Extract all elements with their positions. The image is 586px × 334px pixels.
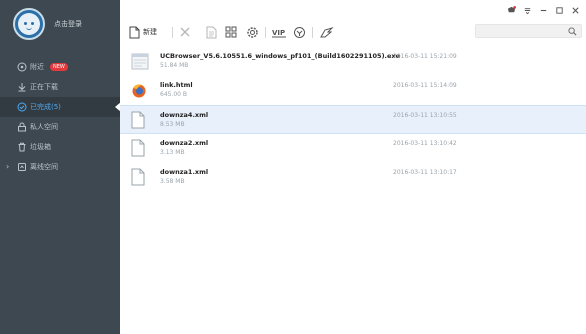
vip-button[interactable]: VIP bbox=[271, 25, 287, 39]
minimize-icon[interactable] bbox=[538, 5, 548, 15]
file-icon bbox=[131, 168, 147, 187]
sidebar-item-completed[interactable]: 已完成(5) bbox=[0, 97, 121, 117]
exe-icon bbox=[131, 52, 149, 71]
file-icon bbox=[131, 111, 147, 130]
speed-button[interactable] bbox=[319, 25, 334, 39]
new-file-icon bbox=[129, 26, 140, 38]
file-name: UCBrowser_V5.6.10551.6_windows_pf101_(Bu… bbox=[160, 52, 401, 60]
trash-icon bbox=[16, 141, 28, 153]
sidebar-item-offline[interactable]: › 离线空间 bbox=[0, 157, 120, 177]
sidebar-item-label: 已完成(5) bbox=[30, 103, 61, 111]
chevron-right-icon[interactable]: › bbox=[6, 162, 9, 171]
sidebar-item-label: 正在下载 bbox=[30, 83, 58, 91]
firefox-icon bbox=[131, 81, 147, 100]
location-icon bbox=[16, 61, 28, 73]
file-icon bbox=[131, 139, 147, 158]
sidebar-item-label: 离线空间 bbox=[30, 163, 58, 171]
file-list: UCBrowser_V5.6.10551.6_windows_pf101_(Bu… bbox=[120, 47, 586, 192]
file-size: 645.00 B bbox=[160, 91, 188, 98]
file-date: 2016-03-11 13:10:55 bbox=[393, 112, 457, 119]
search-icon[interactable] bbox=[568, 27, 577, 36]
delete-button[interactable] bbox=[179, 25, 191, 39]
file-size: 51.84 MB bbox=[160, 62, 189, 69]
skin-icon[interactable] bbox=[506, 5, 516, 15]
grid-icon bbox=[225, 26, 237, 38]
document-icon bbox=[206, 26, 217, 38]
sidebar-nav: 附近 NEW 正在下载 已完成(5) 私人空间 垃圾箱 › 离线空间 bbox=[0, 57, 121, 177]
file-name: link.html bbox=[160, 81, 193, 89]
file-size: 3.13 MB bbox=[160, 149, 185, 156]
file-row[interactable]: UCBrowser_V5.6.10551.6_windows_pf101_(Bu… bbox=[120, 47, 586, 76]
new-badge: NEW bbox=[50, 63, 68, 71]
sidebar-item-trash[interactable]: 垃圾箱 bbox=[0, 137, 120, 157]
sidebar-item-downloading[interactable]: 正在下载 bbox=[0, 77, 120, 97]
new-task-button[interactable]: 新建 bbox=[129, 25, 157, 39]
download-icon bbox=[16, 81, 28, 93]
file-date: 2016-03-11 15:14:09 bbox=[393, 82, 457, 89]
close-icon[interactable] bbox=[570, 5, 580, 15]
new-task-label: 新建 bbox=[143, 28, 157, 36]
file-row[interactable]: downza4.xml 8.53 MB 2016-03-11 13:10:55 bbox=[120, 105, 586, 134]
grid-view-button[interactable] bbox=[225, 25, 237, 39]
cloud-icon bbox=[16, 161, 28, 173]
avatar[interactable] bbox=[13, 8, 45, 40]
file-size: 3.58 MB bbox=[160, 178, 185, 185]
menu-icon[interactable] bbox=[522, 5, 532, 15]
file-row[interactable]: downza2.xml 3.13 MB 2016-03-11 13:10:42 bbox=[120, 134, 586, 163]
toolbar-divider bbox=[312, 27, 313, 38]
search-input[interactable] bbox=[475, 24, 582, 38]
file-row[interactable]: link.html 645.00 B 2016-03-11 15:14:09 bbox=[120, 76, 586, 105]
delete-icon bbox=[180, 27, 190, 37]
sidebar-item-private[interactable]: 私人空间 bbox=[0, 117, 120, 137]
shield-icon bbox=[294, 26, 305, 38]
file-date: 2016-03-11 13:10:42 bbox=[393, 140, 457, 147]
file-row[interactable]: downza1.xml 3.58 MB 2016-03-11 13:10:17 bbox=[120, 163, 586, 192]
svg-text:VIP: VIP bbox=[272, 29, 285, 37]
file-name: downza1.xml bbox=[160, 168, 209, 176]
settings-button[interactable] bbox=[246, 25, 259, 39]
toolbar: 新建 VIP bbox=[120, 18, 586, 46]
sidebar: 点击登录 附近 NEW 正在下载 已完成(5) 私人空间 垃圾箱 › 离线空间 bbox=[0, 0, 121, 334]
login-link[interactable]: 点击登录 bbox=[54, 19, 82, 29]
sidebar-item-label: 附近 bbox=[30, 63, 44, 71]
file-name: downza4.xml bbox=[160, 111, 209, 119]
gear-icon bbox=[247, 26, 258, 38]
maximize-icon[interactable] bbox=[554, 5, 564, 15]
vip-icon: VIP bbox=[272, 29, 286, 37]
check-circle-icon bbox=[16, 101, 28, 113]
file-date: 2016-03-11 15:21:09 bbox=[393, 53, 457, 60]
speed-wing-icon bbox=[320, 26, 334, 37]
sidebar-item-nearby[interactable]: 附近 NEW bbox=[0, 57, 120, 77]
shield-button[interactable] bbox=[293, 25, 306, 39]
avatar-face-icon bbox=[18, 13, 40, 35]
window-controls bbox=[506, 4, 580, 16]
open-file-button[interactable] bbox=[206, 25, 217, 39]
lock-icon bbox=[16, 121, 28, 133]
sidebar-item-label: 私人空间 bbox=[30, 123, 58, 131]
file-name: downza2.xml bbox=[160, 139, 209, 147]
toolbar-divider bbox=[172, 27, 173, 38]
file-size: 8.53 MB bbox=[160, 121, 185, 128]
file-date: 2016-03-11 13:10:17 bbox=[393, 169, 457, 176]
toolbar-divider bbox=[265, 27, 266, 38]
sidebar-item-label: 垃圾箱 bbox=[30, 143, 51, 151]
